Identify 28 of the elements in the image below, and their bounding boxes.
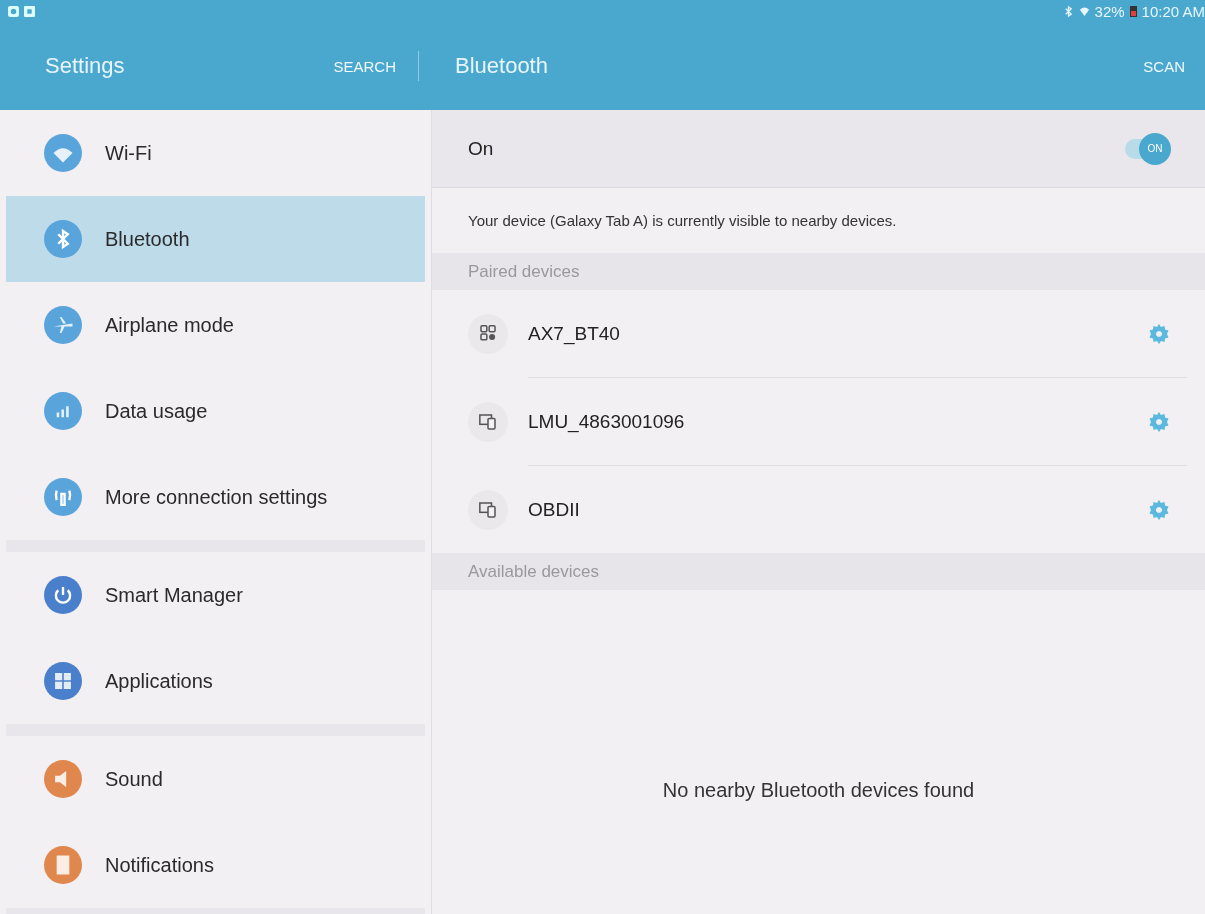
battery-percentage: 32% — [1094, 2, 1125, 20]
device-name: AX7_BT40 — [528, 322, 621, 345]
app-title: Settings — [45, 53, 125, 79]
empty-message: No nearby Bluetooth devices found — [662, 779, 975, 802]
battery-icon — [1129, 5, 1137, 17]
device-name: LMU_4863001096 — [528, 410, 686, 433]
settings-menu-item[interactable]: Smart Manager — [6, 552, 425, 638]
visibility-note: Your device (Galaxy Tab A) is currently visible to nearby devices. — [467, 211, 898, 231]
paired-device-row[interactable]: OBDII — [432, 466, 1205, 553]
switch-label: On — [468, 137, 494, 160]
page-title: Bluetooth — [455, 53, 548, 79]
clock-time: 10:20 AM — [1141, 2, 1205, 20]
paired-device-row[interactable]: LMU_4863001096 — [432, 378, 1205, 465]
paired-device-row[interactable]: AX7_BT40 — [432, 290, 1205, 377]
settings-menu-item[interactable]: More connection settings — [6, 454, 425, 540]
settings-menu-item[interactable]: Sound — [6, 736, 425, 822]
settings-menu-item[interactable]: Data usage — [6, 368, 425, 454]
section-header: Available devices — [432, 553, 1205, 590]
notification-icon — [24, 5, 35, 17]
settings-menu-item[interactable]: Notifications — [6, 822, 425, 908]
settings-menu-item[interactable]: Airplane mode — [6, 282, 425, 368]
settings-menu-item[interactable]: Wi-Fi — [6, 110, 425, 196]
section-header: Paired devices — [432, 253, 1205, 290]
notification-icon — [8, 5, 19, 17]
settings-menu-item[interactable]: Applications — [6, 638, 425, 724]
wifi-icon — [1078, 5, 1090, 17]
device-name: OBDII — [528, 498, 581, 521]
settings-menu-item[interactable]: Bluetooth — [6, 196, 425, 282]
